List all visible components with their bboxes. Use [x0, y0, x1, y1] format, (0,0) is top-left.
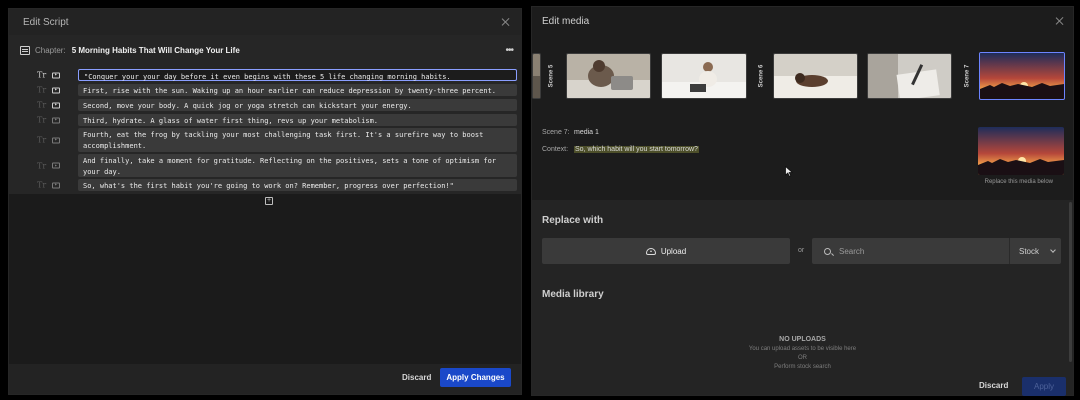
- script-line-row: Tr So, what's the first habit you're goi…: [9, 179, 521, 191]
- search-input[interactable]: [839, 246, 989, 256]
- media-thumbnail[interactable]: [566, 53, 651, 99]
- search-icon: [824, 247, 831, 255]
- thumbnail-image: [980, 53, 1064, 99]
- empty-line: OR: [798, 355, 807, 361]
- chapter-title: 5 Morning Habits That Will Change Your L…: [71, 45, 240, 55]
- replace-section: Replace with Upload or Stock Media libra…: [532, 200, 1073, 395]
- text-style-icon[interactable]: Tr: [37, 136, 46, 145]
- text-style-icon[interactable]: Tr: [37, 86, 46, 95]
- empty-line: Perform stock search: [774, 364, 831, 370]
- edit-media-header: Edit media: [532, 7, 1073, 35]
- text-style-icon[interactable]: Tr: [37, 161, 46, 170]
- script-line-row: Tr First, rise with the sun. Waking up a…: [9, 84, 521, 96]
- scrollbar[interactable]: [1069, 202, 1072, 362]
- media-thumbnail-selected[interactable]: [979, 52, 1065, 100]
- preview-caption: Replace this media below: [984, 179, 1053, 185]
- script-line[interactable]: "Conquer your your day before it even be…: [78, 69, 517, 81]
- current-media-preview: [978, 127, 1064, 175]
- discard-button[interactable]: Discard: [402, 373, 431, 382]
- cloud-upload-icon: [645, 247, 656, 255]
- chapter-icon: [20, 45, 30, 55]
- empty-title: NO UPLOADS: [779, 336, 826, 343]
- edit-script-panel: Edit Script Chapter: 5 Morning Habits Th…: [8, 8, 522, 395]
- thumbnail-image: [868, 54, 951, 98]
- discard-button[interactable]: Discard: [979, 381, 1008, 390]
- script-line[interactable]: Third, hydrate. A glass of water first t…: [78, 114, 517, 126]
- script-area: Chapter: 5 Morning Habits That Will Chan…: [9, 35, 521, 194]
- thumbnail-image: [662, 54, 746, 98]
- text-style-icon[interactable]: Tr: [37, 101, 46, 110]
- upload-button[interactable]: Upload: [542, 238, 790, 264]
- chapter-label: Chapter:: [35, 45, 66, 55]
- scene-info: Scene 7: media 1 Context: So, which habit …: [542, 127, 699, 161]
- preview-image: [978, 127, 1064, 175]
- script-line[interactable]: Second, move your body. A quick jog or y…: [78, 99, 517, 111]
- text-style-icon[interactable]: Tr: [37, 181, 46, 190]
- close-icon[interactable]: [1055, 16, 1065, 26]
- script-line-row: Tr Second, move your body. A quick jog o…: [9, 99, 521, 111]
- thumbnail-image: [533, 54, 540, 98]
- edit-media-panel: Edit media Scene 5 Scene 6 Scene 7 Scene…: [531, 6, 1074, 396]
- upload-label: Upload: [660, 246, 687, 256]
- context-label: Context:: [542, 146, 569, 153]
- scene-tag: Scene 6: [758, 64, 764, 88]
- media-thumbnail[interactable]: [661, 53, 747, 99]
- script-line-row: Tr Fourth, eat the frog by tackling your…: [9, 128, 521, 152]
- script-line[interactable]: So, what's the first habit you're going …: [78, 179, 517, 191]
- script-line-row: Tr And finally, take a moment for gratit…: [9, 154, 521, 177]
- media-icon[interactable]: [52, 182, 60, 188]
- media-thumbnail[interactable]: [532, 53, 541, 99]
- search-box[interactable]: [812, 238, 1009, 264]
- edit-script-footer: Discard Apply Changes: [9, 364, 521, 394]
- or-label: or: [798, 247, 805, 254]
- more-options-icon[interactable]: •••: [505, 45, 513, 56]
- stock-label: Stock: [1019, 246, 1040, 256]
- context-value: So, which habit will you start tomorrow?: [574, 146, 699, 153]
- media-icon[interactable]: [52, 137, 60, 143]
- edit-media-title: Edit media: [542, 15, 590, 27]
- media-library-title: Media library: [542, 289, 604, 300]
- script-line-row: Tr "Conquer your your day before it even…: [9, 69, 521, 81]
- media-thumbnail[interactable]: [867, 53, 952, 99]
- stock-dropdown[interactable]: Stock: [1009, 238, 1061, 264]
- thumbnail-image: [567, 54, 650, 98]
- media-icon[interactable]: [52, 117, 60, 123]
- script-line[interactable]: And finally, take a moment for gratitude…: [78, 154, 517, 177]
- script-line[interactable]: First, rise with the sun. Waking up an h…: [78, 84, 517, 96]
- media-icon[interactable]: [52, 102, 60, 108]
- scene-tag: Scene 5: [548, 64, 554, 88]
- text-style-icon[interactable]: Tr: [37, 116, 46, 125]
- scene-tag: Scene 7: [964, 64, 970, 88]
- chevron-down-icon: [1050, 247, 1056, 253]
- script-line-row: Tr Third, hydrate. A glass of water firs…: [9, 114, 521, 126]
- apply-changes-button[interactable]: Apply Changes: [440, 368, 511, 387]
- scene-strip: Scene 5 Scene 6 Scene 7: [532, 51, 1073, 101]
- media-icon[interactable]: [52, 162, 60, 169]
- edit-script-header: Edit Script: [9, 9, 521, 35]
- media-thumbnail[interactable]: [773, 53, 858, 99]
- scene-value: media 1: [574, 129, 599, 136]
- scene-label: Scene 7:: [542, 129, 570, 136]
- script-line[interactable]: Fourth, eat the frog by tackling your mo…: [78, 128, 517, 152]
- empty-line: You can upload assets to be visible here: [748, 346, 857, 352]
- edit-script-title: Edit Script: [23, 16, 69, 28]
- chapter-row: Chapter: 5 Morning Habits That Will Chan…: [20, 44, 514, 56]
- add-line-button[interactable]: +: [265, 197, 273, 205]
- replace-title: Replace with: [542, 215, 604, 226]
- media-icon[interactable]: [52, 87, 60, 93]
- close-icon[interactable]: [501, 17, 511, 27]
- apply-button[interactable]: Apply: [1022, 377, 1066, 396]
- mouse-cursor-icon: [785, 166, 793, 177]
- text-style-icon[interactable]: Tr: [37, 71, 46, 80]
- thumbnail-image: [774, 54, 857, 98]
- empty-state: NO UPLOADS You can upload assets to be v…: [532, 336, 1073, 373]
- media-icon[interactable]: [52, 72, 60, 78]
